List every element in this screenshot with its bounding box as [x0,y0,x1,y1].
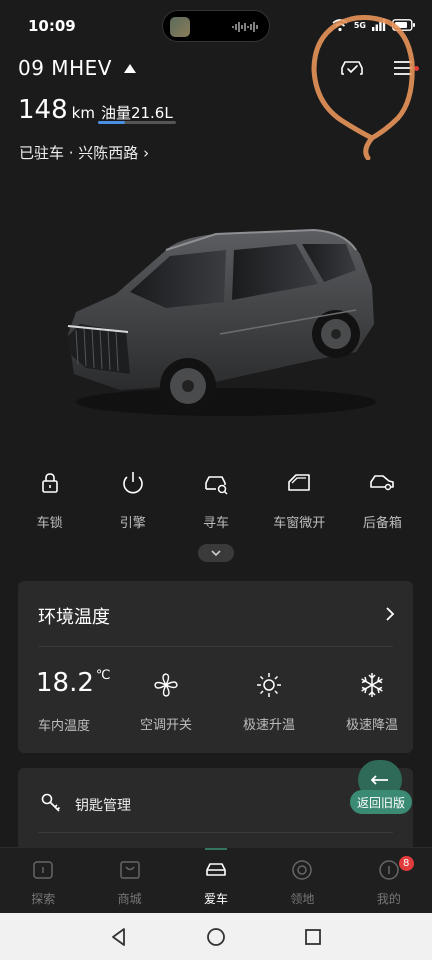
temperature-value: 18.2 [36,668,94,698]
climate-title: 环境温度 [38,607,110,628]
temperature-label: 车内温度 [38,719,91,734]
key-icon [41,793,61,812]
old-version-label: 返回旧版 [350,790,412,814]
bottom-navigation: 探索 商城 爱车 领地 8 我的 [0,847,432,913]
ac-toggle[interactable]: 空调开关 [121,670,211,733]
car-image [67,228,376,416]
active-indicator [204,848,227,850]
window-control[interactable]: 车窗微开 [258,468,341,531]
quick-controls: 车锁 引擎 寻车 车窗微开 后备箱 [8,468,424,531]
fan-icon [154,673,178,697]
find-car-icon [205,476,228,495]
lock-icon [41,473,58,493]
sun-icon [257,673,281,697]
signal-icon [372,19,386,31]
ac-toggle-label: 空调开关 [139,718,192,733]
status-icons: 5G [332,17,416,33]
card-divider [38,646,393,647]
rapid-heat-label: 极速升温 [242,718,295,733]
territory-icon [292,860,313,880]
profile-icon [379,860,399,880]
card-divider [38,832,393,833]
find-car-label: 寻车 [203,516,230,531]
rapid-cool[interactable]: 极速降温 [327,670,417,733]
trunk-label: 后备箱 [362,516,402,531]
back-icon[interactable] [108,926,130,948]
status-bar: 10:09 5G [0,0,432,50]
home-icon[interactable] [205,926,227,948]
vehicle-selector[interactable]: 09 MHEV [18,56,136,80]
engine-control[interactable]: 引擎 [91,468,174,531]
nav-car-label: 爱车 [204,892,229,906]
media-thumbnail [170,17,190,37]
audio-wave-icon [232,22,258,32]
lock-control[interactable]: 车锁 [8,468,91,531]
nav-territory[interactable]: 领地 [259,848,345,913]
status-time: 10:09 [28,17,76,35]
fuel-level-fill [98,121,126,124]
battery-icon [392,19,415,31]
interior-temperature: 18.2 ℃ [36,668,111,698]
vehicle-check-icon[interactable] [337,53,367,83]
notification-badge: 8 [398,856,414,871]
power-icon [123,472,143,494]
window-icon [288,474,311,491]
window-label: 车窗微开 [273,516,326,531]
rapid-cool-label: 极速降温 [345,718,398,733]
rapid-heat[interactable]: 极速升温 [224,670,314,733]
arrow-left-icon [370,775,388,785]
expand-controls-button[interactable] [198,544,234,562]
chevron-right-icon[interactable] [382,604,398,624]
trunk-icon [370,475,395,491]
range-unit: km [71,104,95,122]
dropdown-triangle-icon [123,64,136,73]
nav-territory-label: 领地 [290,892,315,906]
nav-explore[interactable]: 探索 [0,848,86,913]
vehicle-name: 09 MHEV [18,56,112,80]
dynamic-island[interactable] [162,10,270,42]
find-car-control[interactable]: 寻车 [174,468,257,531]
range-value: 148 [18,95,68,125]
notification-dot [414,66,419,71]
key-management-label[interactable]: 钥匙管理 [75,795,131,815]
wifi-icon [332,18,348,31]
shop-icon [119,861,140,879]
system-navigation-bar [0,913,432,960]
recents-icon[interactable] [302,926,324,948]
engine-label: 引擎 [119,516,146,531]
parking-location-link[interactable]: 已驻车 · 兴陈西路 › [19,142,149,163]
nav-shop-label: 商城 [117,892,142,906]
lock-label: 车锁 [36,516,63,531]
fuel-label: 油量21.6L [100,104,173,122]
trunk-control[interactable]: 后备箱 [341,468,424,531]
nav-shop[interactable]: 商城 [86,848,172,913]
fuel-level-bar [98,121,176,124]
chevron-down-icon [211,550,221,557]
temperature-unit: ℃ [95,668,111,683]
nav-explore-label: 探索 [31,892,56,906]
snowflake-icon [361,673,383,697]
car-icon [206,863,226,876]
nav-profile-label: 我的 [376,892,401,906]
nav-profile[interactable]: 8 我的 [346,848,432,913]
return-old-version-button[interactable]: 返回旧版 [350,760,412,816]
network-label: 5G [353,20,366,30]
explore-icon [33,861,53,879]
nav-car[interactable]: 爱车 [173,848,259,913]
